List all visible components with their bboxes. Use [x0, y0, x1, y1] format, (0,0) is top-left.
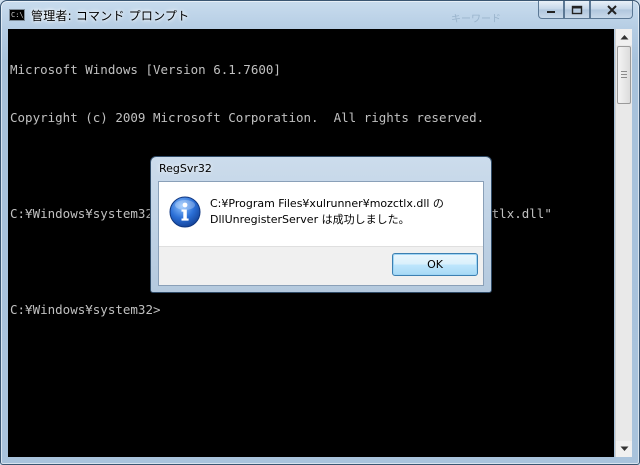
console-prompt-line: C:¥Windows¥system32>	[10, 302, 161, 317]
vertical-scrollbar[interactable]	[615, 29, 632, 457]
background-search-hint: キーワード	[451, 14, 501, 25]
caption-buttons	[538, 1, 633, 20]
minimize-button[interactable]	[538, 1, 564, 19]
scroll-down-arrow-icon	[620, 446, 628, 451]
dialog-message: C:¥Program Files¥xulrunner¥mozctlx.dll の…	[210, 196, 444, 228]
message-line-1: C:¥Program Files¥xulrunner¥mozctlx.dll の	[210, 197, 444, 210]
information-icon	[169, 196, 201, 228]
message-line-2: DllUnregisterServer は成功しました。	[210, 213, 410, 226]
scroll-up-button[interactable]	[616, 29, 632, 45]
thumb-grip-icon	[621, 71, 627, 72]
maximize-icon	[571, 5, 583, 14]
ok-button[interactable]: OK	[392, 253, 478, 276]
dialog-title: RegSvr32	[159, 162, 212, 175]
close-icon	[606, 4, 617, 15]
thumb-grip-icon	[621, 77, 627, 78]
console-line: Copyright (c) 2009 Microsoft Corporation…	[10, 110, 485, 125]
scroll-down-button[interactable]	[616, 441, 632, 457]
cmd-app-icon[interactable]: C:\_	[9, 9, 25, 21]
dialog-body: C:¥Program Files¥xulrunner¥mozctlx.dll の…	[158, 181, 484, 286]
scroll-thumb[interactable]	[617, 46, 631, 104]
dialog-footer: OK	[159, 246, 483, 285]
close-button[interactable]	[590, 1, 633, 19]
minimize-icon	[547, 10, 555, 13]
regsvr32-dialog: RegSvr32 C:¥Program Files¥xulrunner¥mozc…	[150, 156, 492, 293]
dialog-content: C:¥Program Files¥xulrunner¥mozctlx.dll の…	[159, 182, 483, 246]
maximize-button[interactable]	[564, 1, 590, 19]
scroll-up-arrow-icon	[620, 35, 628, 40]
console-line: Microsoft Windows [Version 6.1.7600]	[10, 62, 281, 77]
thumb-grip-icon	[621, 74, 627, 75]
title-bar[interactable]: C:\_ 管理者: コマンド プロンプト キーワード	[1, 1, 639, 29]
window-title: 管理者: コマンド プロンプト	[31, 9, 190, 23]
